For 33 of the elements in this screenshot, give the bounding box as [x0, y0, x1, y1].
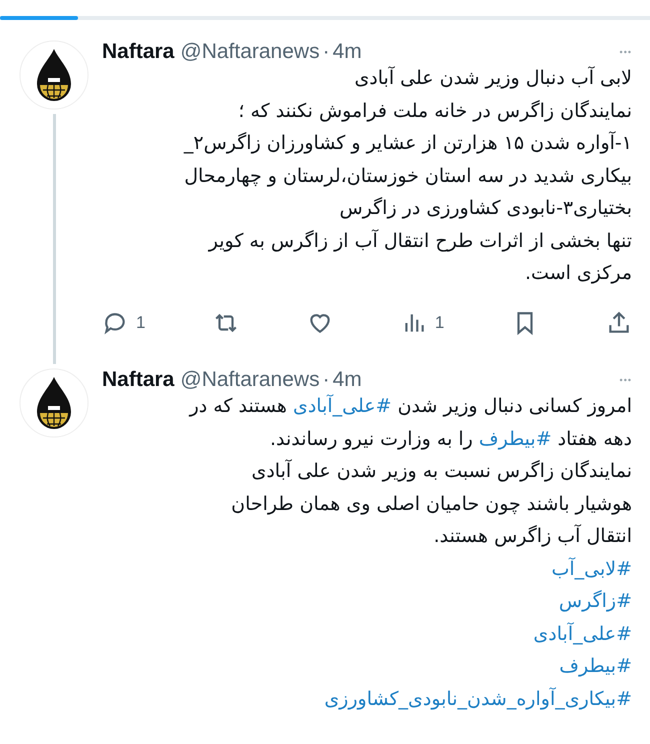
hashtag-link[interactable]: #لابی_آب [551, 558, 632, 580]
separator-dot: · [322, 368, 330, 392]
tweet-text-line: بختیاری۳-نابودی کشاورزی در زاگرس [338, 196, 632, 221]
hashtag-link[interactable]: #بیطرف [478, 428, 552, 450]
tweet-text-line: لابی آب دنبال وزیر شدن علی آبادی [353, 65, 632, 91]
tweet-text-line: بیکاری شدید در سه استان خوزستان،لرستان و چهارمحال [183, 164, 632, 189]
hashtag-link[interactable]: #زاگرس [558, 590, 632, 612]
tweet-text-line: هوشیار باشند چون حامیان اصلی وی همان طراحان [230, 492, 632, 517]
display-name[interactable]: Naftara [102, 368, 174, 392]
timestamp[interactable]: 4m [332, 40, 362, 64]
handle[interactable]: @Naftaranews [180, 368, 320, 392]
separator-dot: · [322, 40, 330, 64]
hashtag-link[interactable]: #علی_آبادی [533, 622, 632, 644]
tweet-text-line: مرکزی است. [524, 261, 632, 286]
action-count: 1 [434, 312, 444, 332]
tweet-text-line: تنها بخشی از اثرات طرح انتقال آب از زاگرس به کویر [207, 228, 632, 254]
timestamp[interactable]: 4m [332, 368, 362, 392]
tweet-text-line: ۱-آواره شدن ۱۵ هزارتن از عشایر و کشاورزان زاگرس۲_ [182, 130, 632, 156]
more-button[interactable]: ••• [620, 47, 632, 57]
tweet-text-line: نمایندگان زاگرس نسبت به وزیر شدن علی آبادی [250, 458, 632, 484]
tweet-text-line: نمایندگان زاگرس در خانه ملت فراموش نکنند که ؛ [237, 98, 632, 124]
display-name[interactable]: Naftara [102, 40, 174, 64]
hashtag-link[interactable]: #علی_آبادی [292, 395, 392, 417]
tweet-text-line: انتقال آب زاگرس هستند. [432, 523, 632, 549]
more-button[interactable]: ••• [620, 375, 632, 385]
tweet-text-line: دهه هفتاد #بیطرف را به وزارت نیرو رساندند. [268, 426, 632, 452]
action-count: 1 [136, 312, 146, 332]
hashtag-link[interactable]: #بیطرف [559, 655, 632, 677]
avatar-logo[interactable] [19, 40, 89, 110]
avatar-logo[interactable] [19, 368, 89, 438]
handle[interactable]: @Naftaranews [180, 40, 320, 64]
tweet-text-line: امروز کسانی دنبال وزیر شدن #علی_آبادی هستند که در [188, 393, 632, 419]
hashtag-link[interactable]: #بیکاری_آواره_شدن_نابودی_کشاورزی [324, 688, 632, 710]
